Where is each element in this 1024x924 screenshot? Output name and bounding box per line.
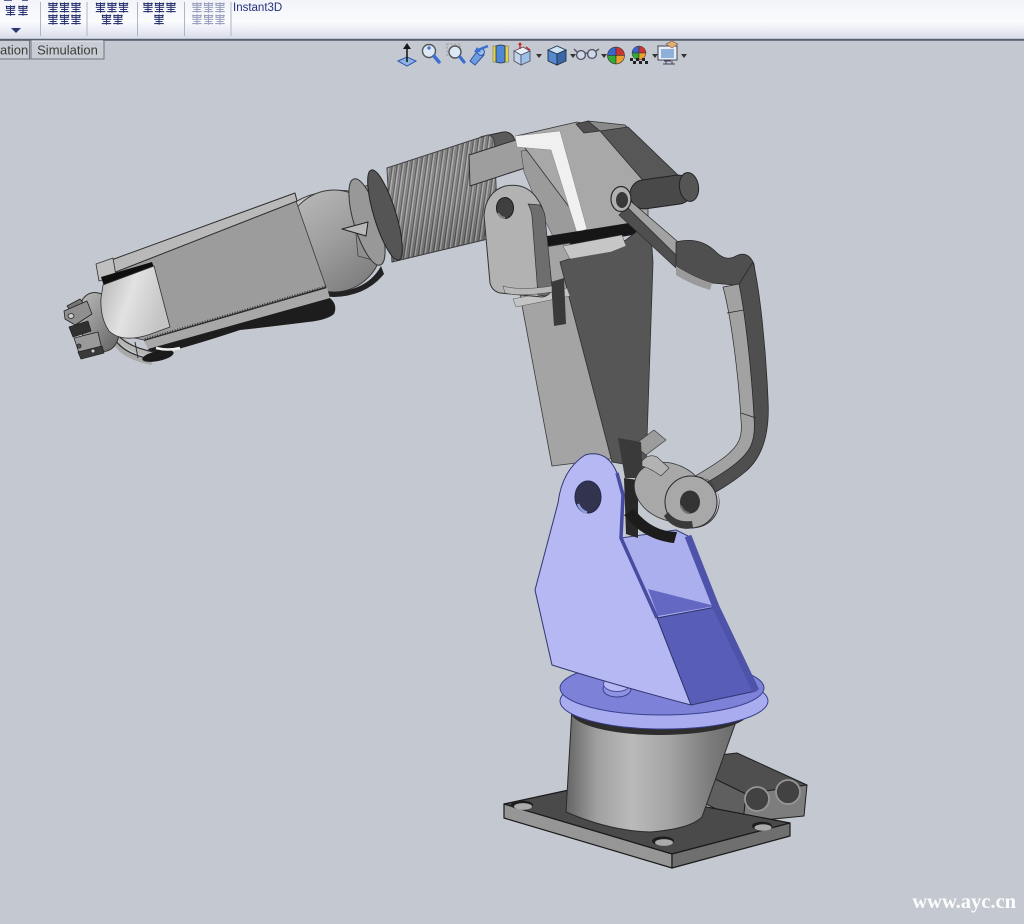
svg-text:Simulation: Simulation [37,43,98,58]
svg-text:www.ayc.cn: www.ayc.cn [912,891,1016,913]
svg-text:Instant3D: Instant3D [233,2,282,14]
svg-text:ation: ation [0,43,28,58]
